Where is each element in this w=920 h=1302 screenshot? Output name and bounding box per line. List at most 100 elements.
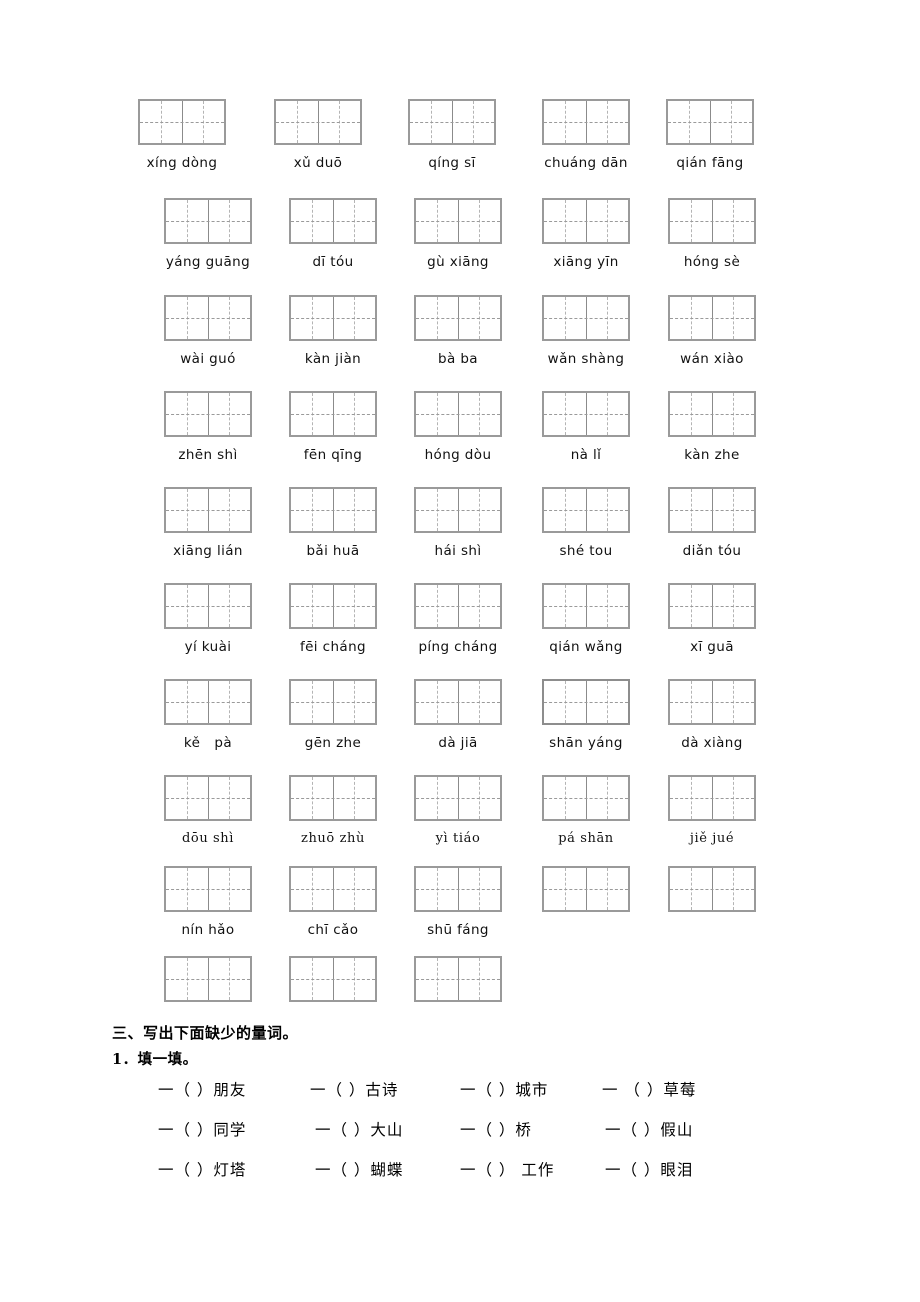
grid-dash-horizontal (416, 606, 500, 607)
tianzige-grid[interactable] (542, 487, 630, 533)
grid-dash-horizontal (416, 798, 500, 799)
measure-word-item[interactable]: 一（ ）假山 (605, 1118, 693, 1142)
pinyin-cell[interactable]: kàn zhe (637, 391, 787, 463)
grid-dash-horizontal (166, 606, 250, 607)
tianzige-grid[interactable] (414, 956, 502, 1002)
pinyin-cell[interactable]: wán xiào (637, 295, 787, 367)
pinyin-row: nín hǎo chī cǎo shū fáng (0, 866, 920, 956)
tianzige-grid[interactable] (164, 295, 252, 341)
measure-word-item[interactable]: 一（ ）同学 (158, 1118, 246, 1142)
measure-word-rows: 一（ ）朋友 一（ ）古诗 一（ ）城市 一 （ ）草莓 一（ ）同学 一（ ）… (0, 1078, 920, 1198)
pinyin-label: jiě jué (689, 831, 735, 846)
tianzige-grid[interactable] (289, 391, 377, 437)
section-heading: 三、写出下面缺少的量词。 (112, 1024, 299, 1042)
grid-dash-horizontal (410, 122, 494, 123)
tianzige-grid[interactable] (289, 583, 377, 629)
tianzige-grid[interactable] (668, 487, 756, 533)
tianzige-grid[interactable] (414, 679, 502, 725)
pinyin-row: xiāng lián bǎi huā hái shì shé tou diǎn … (0, 487, 920, 583)
tianzige-grid[interactable] (668, 679, 756, 725)
pinyin-cell[interactable] (637, 866, 787, 922)
measure-word-row: 一（ ）同学 一（ ）大山 一（ ）桥 一（ ）假山 (0, 1118, 920, 1158)
tianzige-grid[interactable] (164, 956, 252, 1002)
grid-dash-horizontal (670, 510, 754, 511)
grid-dash-horizontal (291, 510, 375, 511)
measure-word-item[interactable]: 一（ ）眼泪 (605, 1158, 693, 1182)
tianzige-grid[interactable] (666, 99, 754, 145)
measure-word-item[interactable]: 一（ ）桥 (460, 1118, 532, 1142)
tianzige-grid[interactable] (668, 198, 756, 244)
tianzige-grid[interactable] (164, 866, 252, 912)
tianzige-grid[interactable] (414, 487, 502, 533)
tianzige-grid[interactable] (164, 198, 252, 244)
grid-dash-horizontal (166, 318, 250, 319)
measure-word-item[interactable]: 一（ ）蝴蝶 (315, 1158, 403, 1182)
tianzige-grid[interactable] (164, 583, 252, 629)
tianzige-grid[interactable] (542, 391, 630, 437)
tianzige-grid[interactable] (289, 866, 377, 912)
tianzige-grid[interactable] (289, 956, 377, 1002)
tianzige-grid[interactable] (542, 198, 630, 244)
worksheet-page: xíng dòng xǔ duō qíng sī chuáng dān qián… (0, 0, 920, 1302)
measure-word-item[interactable]: 一 （ ）草莓 (602, 1078, 696, 1102)
tianzige-grid[interactable] (542, 679, 630, 725)
tianzige-grid[interactable] (668, 583, 756, 629)
pinyin-label: diǎn tóu (682, 543, 742, 559)
grid-dash-horizontal (544, 606, 628, 607)
grid-dash-horizontal (544, 414, 628, 415)
grid-dash-horizontal (140, 122, 224, 123)
pinyin-cell[interactable]: hóng sè (637, 198, 787, 270)
tianzige-grid[interactable] (289, 198, 377, 244)
tianzige-grid[interactable] (164, 487, 252, 533)
tianzige-grid[interactable] (668, 775, 756, 821)
pinyin-label: wán xiào (680, 351, 744, 367)
tianzige-grid[interactable] (289, 775, 377, 821)
tianzige-grid[interactable] (542, 99, 630, 145)
measure-word-row: 一（ ）灯塔 一（ ）蝴蝶 一（ ） 工作 一（ ）眼泪 (0, 1158, 920, 1198)
measure-word-item[interactable]: 一（ ） 工作 (460, 1158, 554, 1182)
grid-dash-horizontal (670, 702, 754, 703)
pinyin-cell[interactable]: qián fāng (635, 99, 785, 171)
tianzige-grid[interactable] (668, 295, 756, 341)
pinyin-cell[interactable]: dà xiàng (637, 679, 787, 751)
pinyin-cell[interactable]: qíng sī (377, 99, 527, 171)
grid-dash-horizontal (166, 414, 250, 415)
tianzige-grid[interactable] (414, 295, 502, 341)
tianzige-grid[interactable] (414, 775, 502, 821)
tianzige-grid[interactable] (668, 866, 756, 912)
pinyin-cell[interactable]: diǎn tóu (637, 487, 787, 559)
pinyin-label: xíng dòng (146, 155, 218, 171)
pinyin-label: qián fāng (676, 155, 744, 171)
measure-word-item[interactable]: 一（ ）城市 (460, 1078, 548, 1102)
tianzige-grid[interactable] (164, 679, 252, 725)
pinyin-row: kě pà gēn zhe dà jiā shān yáng dà xiàng (0, 679, 920, 775)
tianzige-grid[interactable] (274, 99, 362, 145)
measure-word-item[interactable]: 一（ ）朋友 (158, 1078, 246, 1102)
tianzige-grid[interactable] (542, 583, 630, 629)
tianzige-grid[interactable] (138, 99, 226, 145)
pinyin-cell[interactable]: xī guā (637, 583, 787, 655)
tianzige-grid[interactable] (414, 198, 502, 244)
tianzige-grid[interactable] (289, 679, 377, 725)
pinyin-cell[interactable]: jiě jué (637, 775, 787, 847)
tianzige-grid[interactable] (542, 866, 630, 912)
grid-dash-horizontal (670, 414, 754, 415)
tianzige-grid[interactable] (414, 866, 502, 912)
tianzige-grid[interactable] (289, 295, 377, 341)
measure-word-item[interactable]: 一（ ）大山 (315, 1118, 403, 1142)
measure-word-item[interactable]: 一（ ）灯塔 (158, 1158, 246, 1182)
tianzige-grid[interactable] (542, 295, 630, 341)
tianzige-grid[interactable] (289, 487, 377, 533)
tianzige-grid[interactable] (668, 391, 756, 437)
tianzige-grid[interactable] (542, 775, 630, 821)
pinyin-cell[interactable]: xǔ duō (243, 99, 393, 171)
tianzige-grid[interactable] (164, 775, 252, 821)
tianzige-grid[interactable] (408, 99, 496, 145)
pinyin-label: qíng sī (428, 155, 476, 171)
tianzige-grid[interactable] (414, 583, 502, 629)
tianzige-grid[interactable] (164, 391, 252, 437)
tianzige-grid[interactable] (414, 391, 502, 437)
pinyin-cell[interactable]: xíng dòng (107, 99, 257, 171)
measure-word-item[interactable]: 一（ ）古诗 (310, 1078, 398, 1102)
grid-dash-horizontal (291, 702, 375, 703)
